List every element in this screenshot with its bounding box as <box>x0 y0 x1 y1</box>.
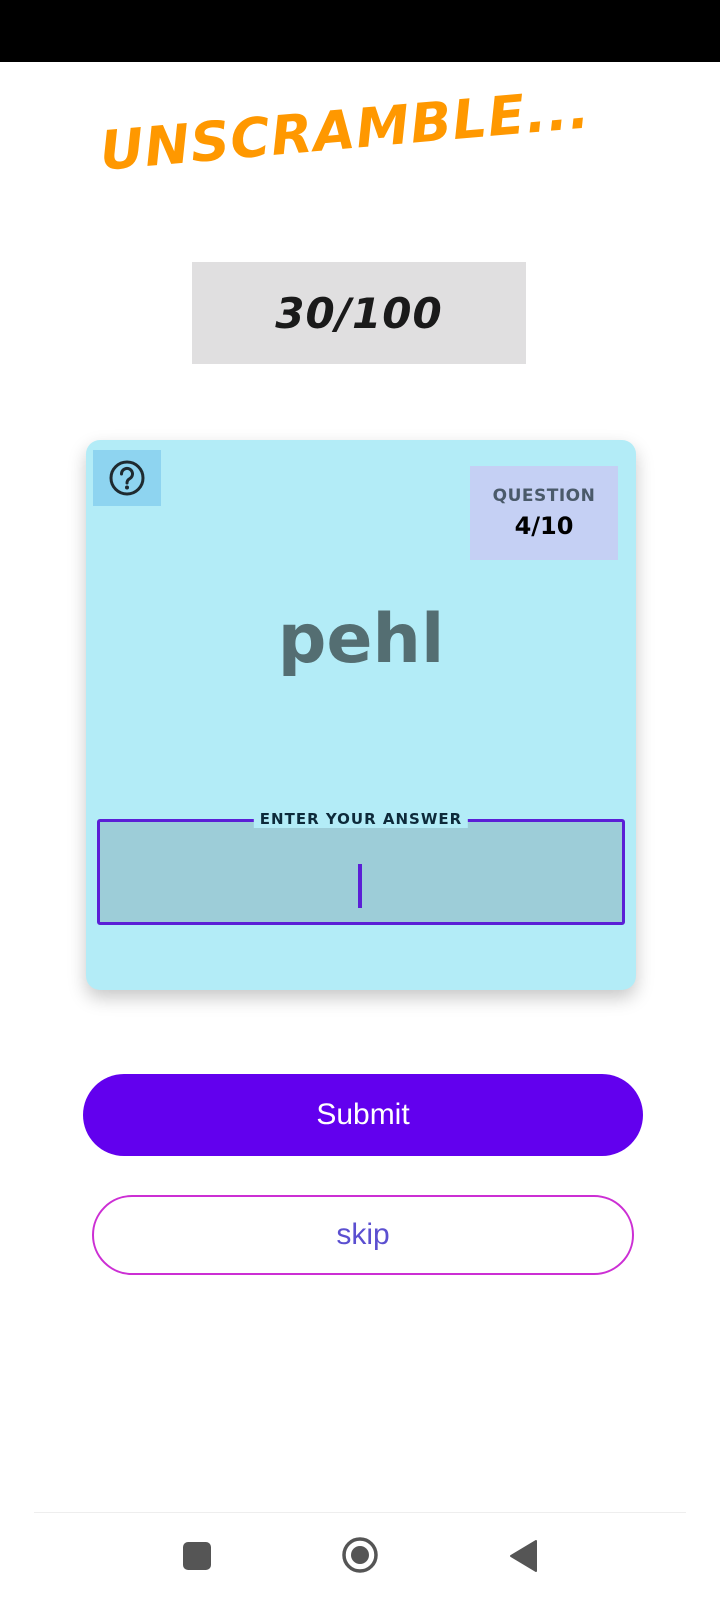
help-button[interactable] <box>93 450 161 506</box>
score-box: 30/100 <box>192 262 526 364</box>
question-count: 4/10 <box>514 512 574 540</box>
page-title: UNSCRAMBLE... <box>97 77 593 183</box>
square-icon[interactable] <box>183 1542 211 1570</box>
scrambled-word: pehl <box>277 600 445 679</box>
submit-button[interactable]: Submit <box>83 1074 643 1156</box>
circle-icon[interactable] <box>340 1535 380 1575</box>
help-circle-icon <box>109 460 145 496</box>
question-label: QUESTION <box>492 486 596 506</box>
answer-field[interactable]: ENTER YOUR ANSWER <box>97 810 625 925</box>
text-caret <box>358 864 362 908</box>
skip-button[interactable]: skip <box>92 1195 634 1275</box>
system-nav-bar <box>0 1513 720 1600</box>
question-card: QUESTION 4/10 pehl ENTER YOUR ANSWER <box>86 440 636 990</box>
score-text: 30/100 <box>275 288 443 338</box>
triangle-back-icon[interactable] <box>508 1539 538 1573</box>
question-counter: QUESTION 4/10 <box>470 466 618 560</box>
